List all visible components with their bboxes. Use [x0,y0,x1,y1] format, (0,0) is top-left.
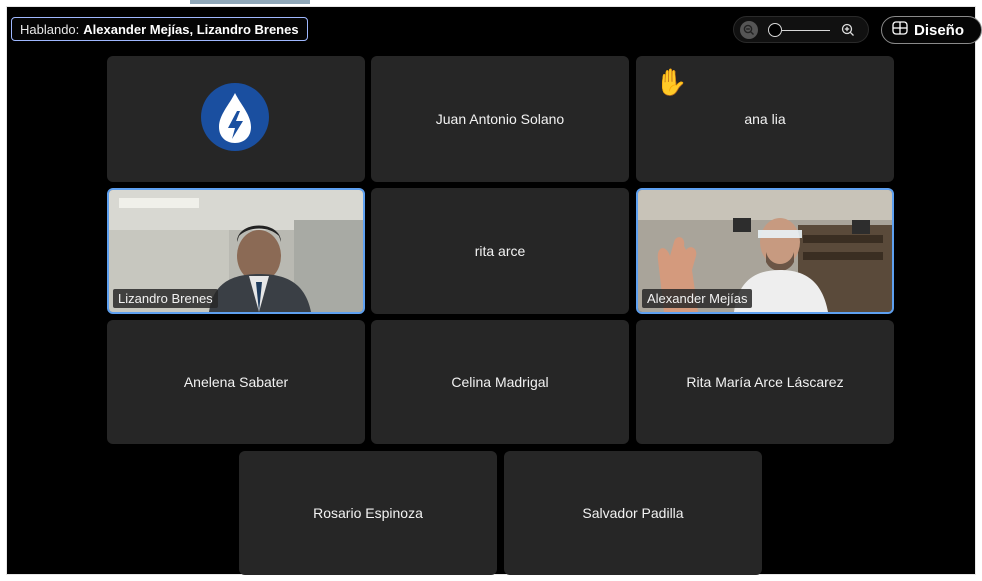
zoom-slider-thumb[interactable] [768,23,782,37]
participant-name: Anelena Sabater [183,374,289,390]
participant-video-tile[interactable]: Lizandro Brenes [107,188,365,314]
participant-tile[interactable]: Celina Madrigal [371,320,629,444]
organization-logo [201,83,269,151]
participant-name: Salvador Padilla [582,505,684,521]
participant-tile[interactable]: Juan Antonio Solano [371,56,629,182]
participant-video-tile[interactable]: Alexander Mejías [636,188,894,314]
participant-tile[interactable]: rita arce [371,188,629,314]
speaking-label: Hablando: [20,21,80,37]
shared-screen-strip [190,0,310,4]
participant-name-tag: Alexander Mejías [642,289,753,308]
participant-name: rita arce [474,243,526,259]
participant-tile[interactable]: Rita María Arce Láscarez [636,320,894,444]
participant-tile[interactable]: Salvador Padilla [504,451,762,575]
participant-name: Rosario Espinoza [313,505,423,521]
participant-tile-logo[interactable] [107,56,365,182]
participant-tile[interactable]: ✋ ana lia [636,56,894,182]
participant-name-tag: Lizandro Brenes [113,289,218,308]
zoom-in-icon[interactable] [840,22,856,38]
participant-name: ana lia [744,111,786,127]
raised-hand-icon: ✋ [655,67,688,97]
layout-button-label: Diseño [914,21,965,39]
participant-tile[interactable]: Rosario Espinoza [239,451,497,575]
zoom-control [733,16,869,43]
zoom-out-icon[interactable] [740,21,758,39]
participant-tile[interactable]: Anelena Sabater [107,320,365,444]
participant-name: Rita María Arce Láscarez [686,374,844,390]
participant-name: Celina Madrigal [451,374,549,390]
layout-button[interactable]: Diseño [881,16,982,44]
participant-name: Juan Antonio Solano [435,111,565,127]
speaking-names: Alexander Mejías, Lizandro Brenes [83,21,299,37]
active-speaker-banner: Hablando: Alexander Mejías, Lizandro Bre… [11,17,308,41]
grid-layout-icon [892,20,908,40]
zoom-slider-track[interactable] [782,30,830,31]
